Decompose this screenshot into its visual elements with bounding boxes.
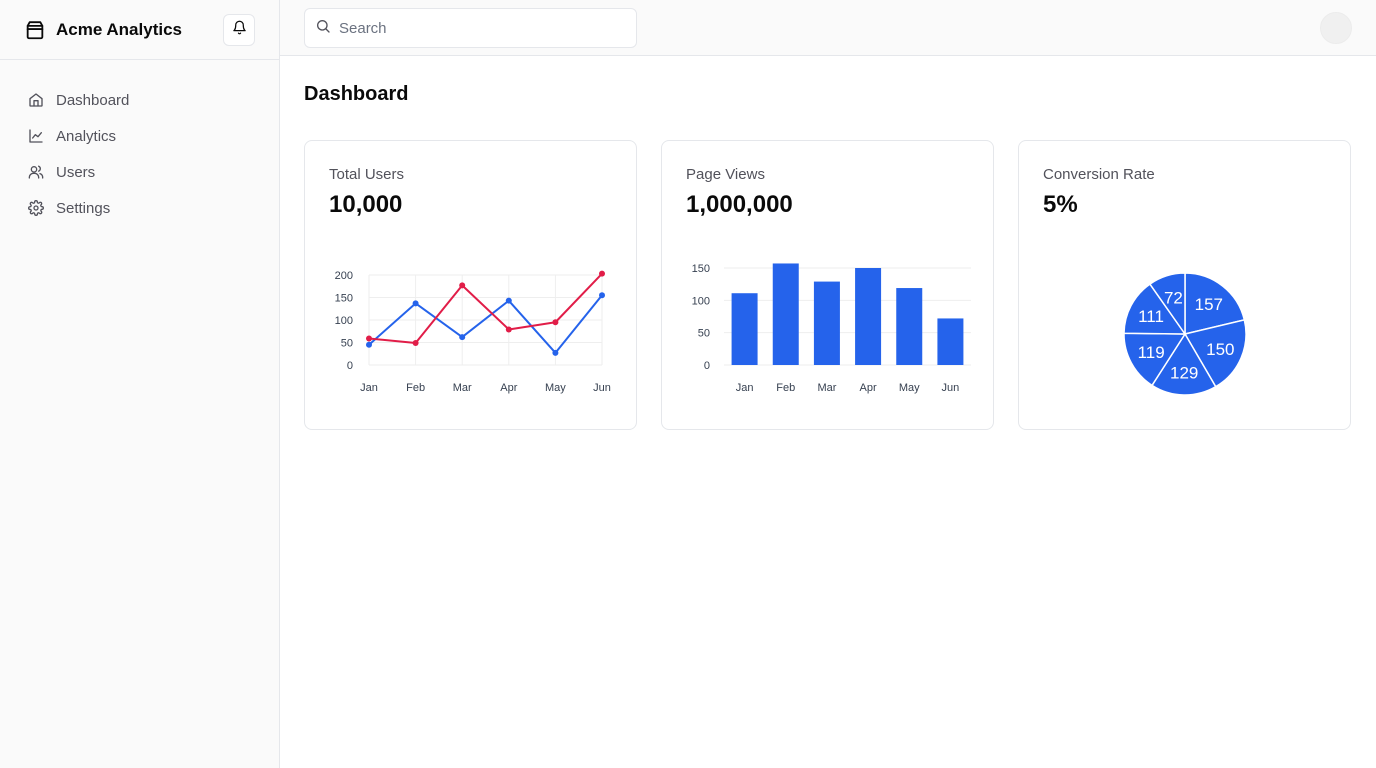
x-tick-label: Apr — [860, 382, 877, 394]
notifications-button[interactable] — [223, 14, 255, 46]
app-root: Acme Analytics Dashboard Analytics Users… — [0, 0, 1376, 768]
main-area: Dashboard Total Users 10,000 05010015020… — [280, 0, 1376, 768]
stat-card-conversion-rate: Conversion Rate 5% 157 150 129 119 111 72 — [1018, 140, 1351, 430]
x-tick-label: Mar — [453, 382, 472, 394]
pie-slice-label: 129 — [1170, 363, 1198, 382]
data-point — [552, 349, 559, 356]
page-title: Dashboard — [304, 83, 409, 105]
line-chart: 0 50 100 150 200 Jan Feb Mar Apr May Jun — [335, 270, 611, 394]
data-point — [505, 297, 512, 304]
data-point — [459, 282, 466, 289]
pie-slice-label: 119 — [1138, 343, 1165, 362]
stat-card-page-views: Page Views 1,000,000 0 50 100 150 Jan Feb Mar A… — [661, 140, 994, 430]
topbar — [280, 0, 1376, 56]
x-tick-label: Feb — [776, 382, 795, 394]
x-tick-label: Jan — [360, 382, 378, 394]
x-tick-label: Feb — [406, 382, 425, 394]
y-tick-label: 150 — [335, 293, 353, 305]
pie-slice-label: 150 — [1206, 340, 1234, 359]
y-tick-label: 100 — [692, 295, 710, 307]
users-icon — [28, 164, 44, 180]
y-tick-label: 0 — [704, 360, 710, 372]
y-tick-label: 0 — [347, 360, 353, 372]
brand[interactable]: Acme Analytics — [24, 19, 182, 41]
sidebar-header: Acme Analytics — [0, 0, 279, 60]
bar — [772, 263, 799, 365]
line-chart-icon — [28, 128, 44, 144]
gear-icon — [28, 200, 44, 216]
x-tick-label: Jun — [942, 382, 960, 394]
bar — [855, 268, 882, 365]
page-content: Dashboard Total Users 10,000 0 50 100 150 20… — [280, 56, 1376, 456]
pie-slice-label: 157 — [1195, 295, 1223, 314]
bar-chart: 0 50 100 150 Jan Feb Mar Apr May Jun — [692, 263, 971, 394]
data-point — [366, 341, 372, 348]
sidebar-item-dashboard[interactable]: Dashboard — [16, 82, 263, 118]
y-tick-label: 150 — [692, 263, 710, 275]
x-tick-label: Apr — [500, 382, 517, 394]
pie-chart: 157 150 129 119 11172 — [1123, 272, 1247, 396]
series-line — [368, 294, 603, 354]
data-point — [505, 326, 512, 333]
pie-slice-label: 72 — [1164, 288, 1183, 307]
y-tick-label: 200 — [335, 270, 353, 282]
stat-card-total-users: Total Users 10,000 0 50 100 150 200 Jan Feb Mar… — [304, 140, 637, 430]
sidebar-item-users[interactable]: Users — [16, 154, 263, 190]
data-point — [552, 319, 559, 326]
avatar[interactable] — [1320, 12, 1352, 44]
x-tick-label: Mar — [817, 382, 836, 394]
app-name: Acme Analytics — [56, 19, 182, 39]
sidebar-nav: Dashboard Analytics Users Settings — [0, 60, 279, 248]
bar — [937, 318, 964, 365]
bar — [896, 288, 923, 365]
bell-icon — [232, 20, 247, 40]
sidebar-item-settings[interactable]: Settings — [16, 190, 263, 226]
stat-cards: Total Users 10,000 0 50 100 150 200 Jan Feb Mar… — [304, 140, 1352, 430]
home-icon — [28, 92, 44, 108]
search-box[interactable] — [304, 8, 637, 48]
sidebar-item-label: Users — [56, 163, 96, 181]
search-input[interactable] — [339, 19, 619, 37]
series-line — [368, 272, 603, 344]
y-tick-label: 50 — [341, 338, 353, 350]
pie-slice-label: 111 — [1138, 307, 1164, 326]
x-tick-label: May — [545, 382, 566, 394]
data-point — [412, 339, 419, 346]
package-icon — [24, 19, 46, 41]
sidebar-item-label: Settings — [56, 199, 111, 217]
x-tick-label: Jan — [736, 382, 754, 394]
y-tick-label: 50 — [698, 328, 710, 340]
data-point — [459, 334, 466, 341]
data-point — [412, 300, 419, 307]
x-tick-label: May — [899, 382, 920, 394]
sidebar-item-analytics[interactable]: Analytics — [16, 118, 263, 154]
search-icon — [315, 18, 331, 39]
sidebar: Acme Analytics Dashboard Analytics Users… — [0, 0, 280, 768]
bar — [731, 293, 758, 365]
data-point — [599, 292, 605, 299]
bar — [813, 281, 840, 365]
sidebar-item-label: Dashboard — [56, 91, 130, 109]
sidebar-item-label: Analytics — [56, 127, 117, 145]
data-point — [366, 335, 372, 342]
x-tick-label: Jun — [593, 382, 611, 394]
data-point — [599, 270, 605, 277]
y-tick-label: 100 — [335, 315, 353, 327]
